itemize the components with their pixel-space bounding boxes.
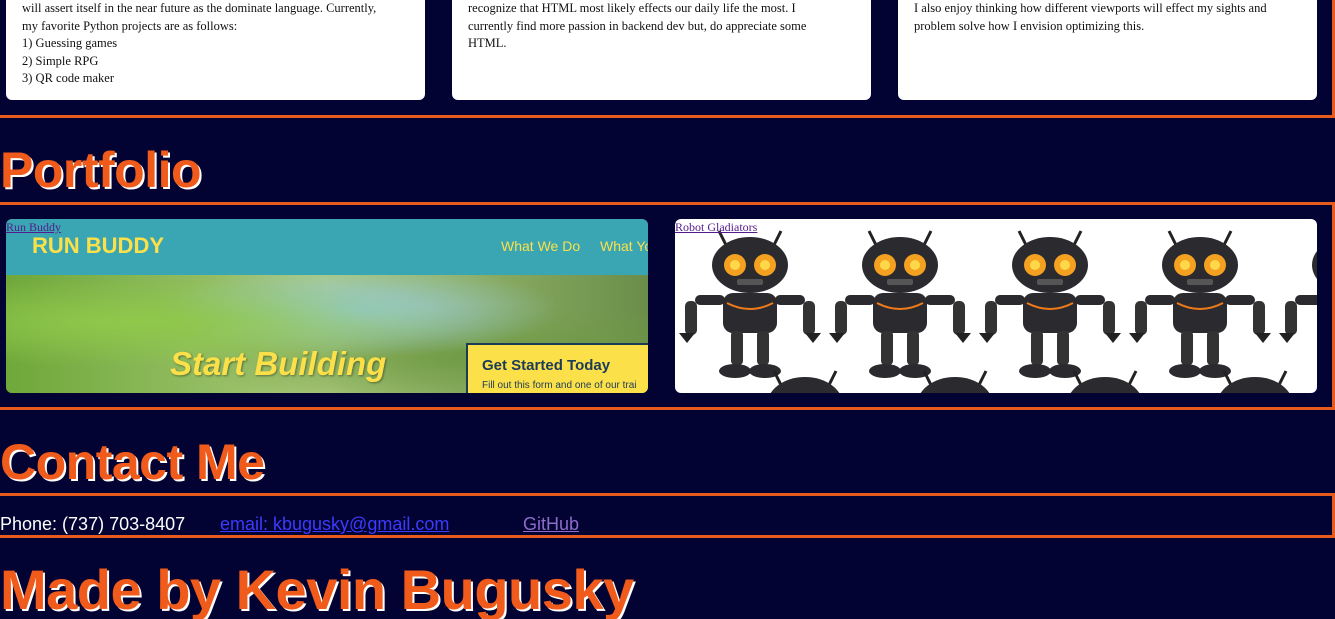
robot-icon xyxy=(1030,365,1180,393)
about-card-python: will assert itself in the near future as… xyxy=(6,0,425,100)
contact-section: Phone: (737) 703-8407 email: kbugusky@gm… xyxy=(0,493,1335,538)
run-buddy-logo: RUN BUDDY xyxy=(32,233,164,258)
about-card-html: recognize that HTML most likely effects … xyxy=(452,0,871,100)
portfolio-heading: Portfolio xyxy=(0,142,202,198)
project-run-buddy[interactable]: Run Buddy RUN BUDDY What We Do What Yo S… xyxy=(6,219,648,393)
robot-icon xyxy=(675,225,825,385)
run-buddy-form-box: Get Started Today Fill out this form and… xyxy=(466,343,648,393)
github-link[interactable]: GitHub xyxy=(523,514,579,535)
card-text: I also enjoy thinking how different view… xyxy=(914,1,1267,33)
run-buddy-form-subtitle: Fill out this form and one of our trai xyxy=(482,380,637,391)
robot-icon xyxy=(975,225,1125,385)
run-buddy-hero-text: Start Building xyxy=(170,345,387,382)
robot-icon xyxy=(880,365,1030,393)
run-buddy-form-title: Get Started Today xyxy=(482,357,611,374)
footer-heading: Made by Kevin Bugusky xyxy=(0,558,634,619)
robot-icon xyxy=(1125,225,1275,385)
project-link-run-buddy[interactable]: Run Buddy xyxy=(6,220,61,235)
robot-icon xyxy=(1275,225,1317,385)
portfolio-section: Run Buddy RUN BUDDY What We Do What Yo S… xyxy=(0,202,1335,410)
email-link[interactable]: email: kbugusky@gmail.com xyxy=(220,514,449,535)
robot-icon xyxy=(1180,365,1317,393)
project-robot-gladiators[interactable]: Robot Gladiators xyxy=(675,219,1317,393)
card-text: will assert itself in the near future as… xyxy=(22,1,377,85)
run-buddy-nav-item: What Yo xyxy=(600,238,648,254)
project-link-robot-gladiators[interactable]: Robot Gladiators xyxy=(675,220,757,235)
robot-icon xyxy=(825,225,975,385)
phone-number: Phone: (737) 703-8407 xyxy=(0,514,186,534)
robot-icon xyxy=(730,365,880,393)
about-card-viewports: I also enjoy thinking how different view… xyxy=(898,0,1317,100)
run-buddy-preview-header: RUN BUDDY What We Do What Yo xyxy=(6,219,648,275)
run-buddy-nav-item: What We Do xyxy=(501,238,581,254)
about-section: will assert itself in the near future as… xyxy=(0,0,1335,118)
contact-heading: Contact Me xyxy=(0,434,265,490)
card-text: recognize that HTML most likely effects … xyxy=(468,1,807,50)
